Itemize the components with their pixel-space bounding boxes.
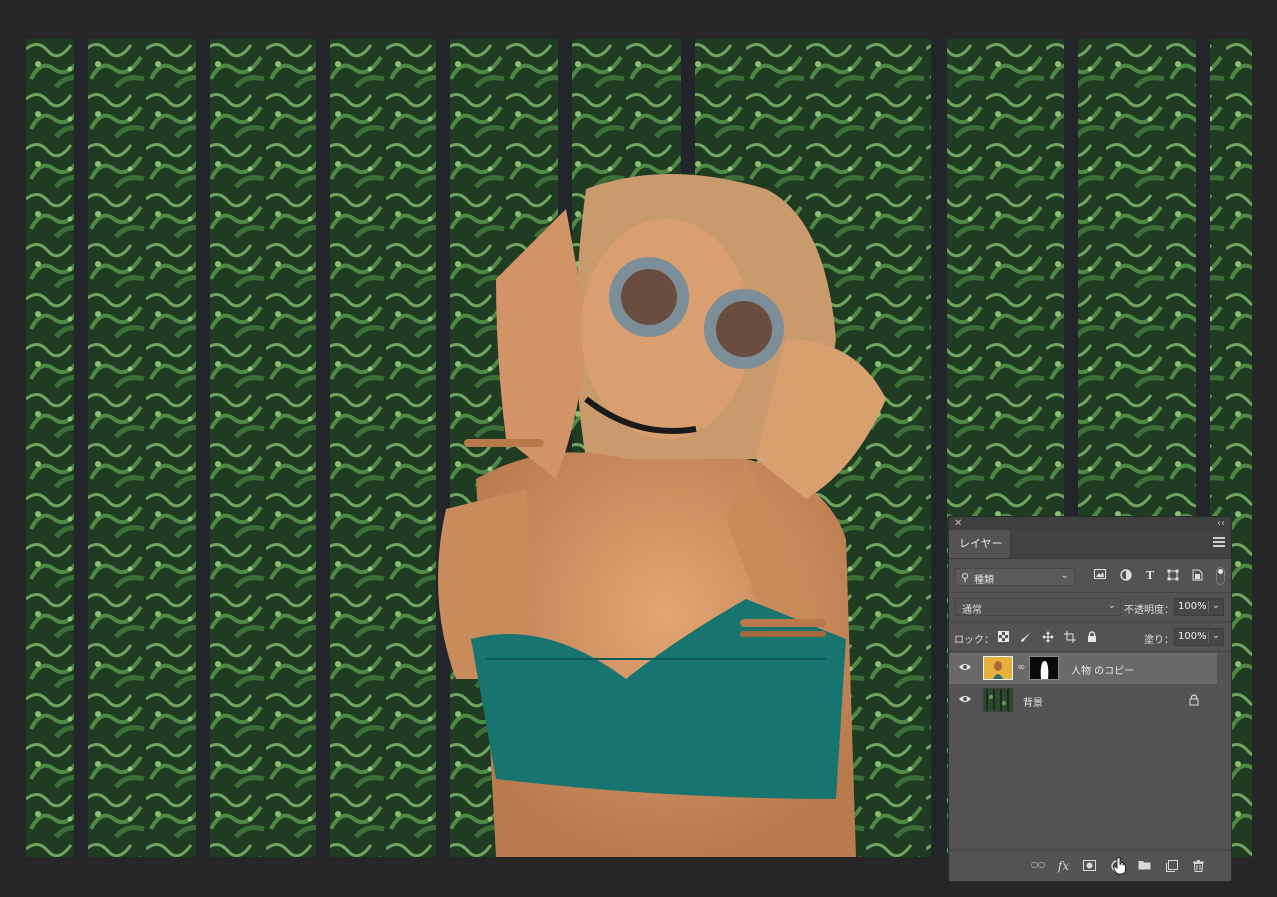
new-group-icon[interactable] bbox=[1138, 860, 1151, 872]
fill-value: 100% bbox=[1178, 631, 1207, 642]
layer-row-background[interactable]: 背景 bbox=[949, 685, 1217, 716]
blend-mode-select[interactable]: 通常 ⌄ bbox=[955, 598, 1121, 616]
adjustment-filter-icon[interactable] bbox=[1119, 569, 1133, 583]
panel-bottom-bar: fx bbox=[949, 850, 1231, 881]
tab-layers-label: レイヤー bbox=[959, 537, 1003, 550]
filter-row: ⚲ 種類 ⌄ T bbox=[949, 563, 1231, 591]
layer-name[interactable]: 背景 bbox=[1023, 694, 1043, 709]
image-filter-icon[interactable] bbox=[1093, 569, 1107, 583]
layer-thumbnail[interactable] bbox=[983, 656, 1013, 680]
add-mask-icon[interactable] bbox=[1083, 860, 1096, 872]
layer-row-person-copy[interactable]: ∞ 人物 のコピー bbox=[949, 653, 1217, 684]
chevron-down-icon: ⌄ bbox=[1107, 600, 1116, 611]
lock-transparent-icon[interactable] bbox=[997, 631, 1010, 644]
filter-toggle[interactable] bbox=[1216, 567, 1225, 585]
opacity-input[interactable]: 100% ⌄ bbox=[1174, 598, 1224, 616]
shape-filter-icon[interactable] bbox=[1166, 569, 1180, 583]
fill-label: 塗り： bbox=[1144, 635, 1174, 646]
eye-icon[interactable] bbox=[958, 662, 972, 672]
filter-kind-select[interactable]: ⚲ 種類 ⌄ bbox=[955, 568, 1075, 586]
chevron-down-icon[interactable]: ⌄ bbox=[1212, 630, 1220, 641]
search-icon: ⚲ bbox=[961, 571, 970, 584]
layer-thumbnail[interactable] bbox=[983, 688, 1013, 712]
tab-layers[interactable]: レイヤー bbox=[949, 530, 1011, 558]
close-icon[interactable]: ✕ bbox=[954, 517, 962, 530]
lock-image-icon[interactable] bbox=[1019, 631, 1032, 644]
layer-name[interactable]: 人物 のコピー bbox=[1071, 662, 1134, 677]
hand-cursor-icon bbox=[1113, 857, 1127, 878]
panel-menu-icon[interactable] bbox=[1213, 537, 1225, 549]
chevron-down-icon[interactable]: ⌄ bbox=[1212, 600, 1220, 611]
smart-object-filter-icon[interactable] bbox=[1190, 569, 1204, 583]
collapse-icon[interactable]: ‹‹ bbox=[1217, 517, 1225, 530]
eye-icon[interactable] bbox=[958, 694, 972, 704]
lock-position-icon[interactable] bbox=[1041, 631, 1054, 644]
lock-icon bbox=[1189, 694, 1199, 709]
chevron-down-icon: ⌄ bbox=[1060, 570, 1069, 581]
type-filter-icon[interactable]: T bbox=[1143, 569, 1157, 583]
panel-tab-bar: レイヤー bbox=[949, 530, 1231, 559]
lock-all-icon[interactable] bbox=[1085, 631, 1098, 644]
lock-artboard-icon[interactable] bbox=[1063, 631, 1076, 644]
trash-icon[interactable] bbox=[1192, 860, 1205, 872]
fx-icon[interactable]: fx bbox=[1057, 860, 1070, 872]
opacity-label: 不透明度： bbox=[1124, 605, 1174, 616]
fill-input[interactable]: 100% ⌄ bbox=[1174, 628, 1224, 646]
filter-kind-label: 種類 bbox=[974, 575, 994, 586]
link-layers-icon[interactable] bbox=[1031, 860, 1045, 872]
lock-row: ロック： 塗り： 100% ⌄ bbox=[949, 621, 1231, 652]
new-layer-icon[interactable] bbox=[1165, 860, 1178, 872]
chain-link-icon[interactable]: ∞ bbox=[1017, 662, 1025, 673]
blend-row: 通常 ⌄ 不透明度： 100% ⌄ bbox=[949, 592, 1231, 621]
layers-list: ∞ 人物 のコピー 背景 bbox=[949, 651, 1231, 850]
layer-mask-thumbnail[interactable] bbox=[1029, 656, 1059, 680]
layers-panel: ✕ ‹‹ レイヤー ⚲ 種類 ⌄ T 通常 ⌄ 不透明度： 100% ⌄ ロック… bbox=[948, 516, 1232, 882]
opacity-value: 100% bbox=[1178, 601, 1207, 612]
lock-label: ロック： bbox=[954, 635, 994, 646]
blend-mode-value: 通常 bbox=[962, 605, 982, 616]
panel-title-bar: ✕ ‹‹ bbox=[949, 517, 1231, 530]
person bbox=[438, 174, 886, 857]
